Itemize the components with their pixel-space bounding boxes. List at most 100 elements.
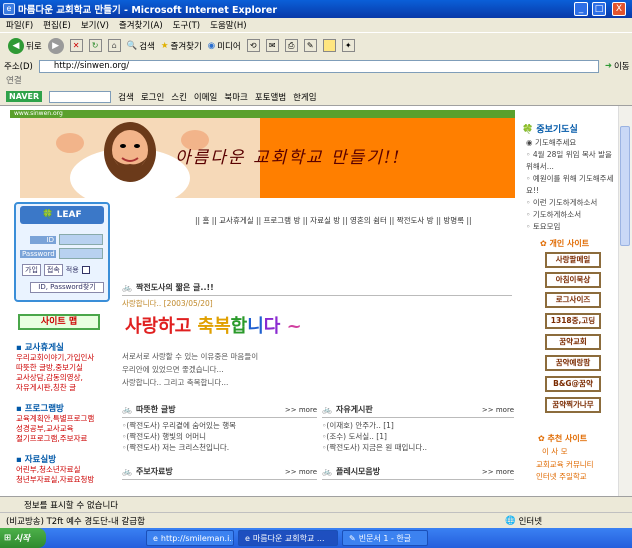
messenger-button[interactable]: ✦: [341, 39, 355, 52]
id-label: ID: [30, 235, 56, 244]
folder-button[interactable]: [322, 39, 336, 52]
nav-link[interactable]: 절기프로그램,주보자료: [16, 434, 116, 444]
list-item[interactable]: ◦ 이런 기도하게하소서: [526, 197, 614, 209]
minimize-button[interactable]: _: [574, 2, 588, 16]
bulletin-more-link[interactable]: >> more: [285, 468, 317, 476]
connect-button[interactable]: 접속: [43, 264, 63, 276]
naver-photo-button[interactable]: 포토앨범: [255, 91, 286, 103]
address-input[interactable]: http://sinwen.org/: [38, 59, 599, 73]
site-button[interactable]: 꿈약찍가나무: [545, 397, 601, 413]
post-meta[interactable]: 사랑합니다.. [2003/05/20]: [122, 298, 213, 309]
links-bar[interactable]: 연결: [0, 74, 632, 88]
scrollbar-thumb[interactable]: [620, 126, 630, 246]
nav-section-head[interactable]: ▪ 자료실방: [16, 455, 116, 465]
id-input[interactable]: [59, 234, 103, 245]
list-item[interactable]: ◦ 기도하게하소서: [526, 209, 614, 221]
nav-link[interactable]: 우리교회이야기,가입인사: [16, 353, 116, 363]
print-button[interactable]: ⎙: [284, 39, 298, 52]
recommended-title: ✿ 추천 사이트: [538, 434, 588, 443]
flash-more-link[interactable]: >> more: [482, 468, 514, 476]
free-more-link[interactable]: >> more: [482, 406, 514, 414]
naver-email-button[interactable]: 이메일: [194, 91, 217, 103]
site-button[interactable]: 꿈약교회: [545, 334, 601, 350]
prayer-room-title[interactable]: 🍀 중보기도실: [522, 122, 578, 135]
list-item[interactable]: ◉ 기도해주세요: [526, 137, 614, 149]
warm-more-link[interactable]: >> more: [285, 406, 317, 414]
back-button[interactable]: ◀ 뒤로: [8, 37, 42, 54]
close-button[interactable]: X: [612, 2, 626, 16]
refresh-button[interactable]: ↻: [88, 39, 102, 52]
find-id-button[interactable]: ID, Password찾기: [30, 282, 104, 293]
globe-icon: 🌐: [505, 515, 516, 526]
search-button[interactable]: 🔍 검색: [127, 40, 155, 52]
maximize-button[interactable]: □: [592, 2, 606, 16]
site-button[interactable]: 로그사이즈: [545, 292, 601, 308]
naver-logo[interactable]: NAVER: [6, 91, 43, 102]
favorites-button[interactable]: ★ 즐겨찾기: [161, 40, 202, 52]
site-button[interactable]: 꿈약예랑팜: [545, 355, 601, 371]
menu-help[interactable]: 도움말(H): [210, 19, 246, 31]
site-button[interactable]: B&G@꿈약: [545, 376, 601, 392]
mail-button[interactable]: ✉: [265, 39, 279, 52]
edit-button[interactable]: ✎: [303, 39, 317, 52]
home-button[interactable]: ⌂: [107, 39, 121, 52]
nav-link[interactable]: 교사상담,감동의영상,: [16, 373, 116, 383]
go-button[interactable]: ➜ 이동: [605, 60, 630, 72]
nav-link[interactable]: 따뜻한 글방,중보기실: [16, 363, 116, 373]
naver-login-button[interactable]: 로그인: [141, 91, 164, 103]
taskbar-item[interactable]: e http://smileman.i...: [146, 530, 234, 546]
list-item[interactable]: ◦(이재호) 안주가.. [1]: [322, 420, 427, 431]
list-item[interactable]: ◦(짝전도사) 저는 크리스천입니다.: [122, 442, 236, 453]
list-item[interactable]: ◦ 예원이를 위해 기도해주세요!!: [526, 173, 614, 197]
menu-tools[interactable]: 도구(T): [173, 19, 200, 31]
list-item[interactable]: ◦(조수) 도서실.. [1]: [322, 431, 427, 442]
media-button[interactable]: ◉ 미디어: [208, 40, 241, 52]
menu-edit[interactable]: 편집(E): [43, 19, 71, 31]
list-item[interactable]: ◦ 4월 28일 위임 목사 발을 위해서...: [526, 149, 614, 173]
join-button[interactable]: 가입: [22, 264, 41, 276]
nav-section-head[interactable]: ▪ 교사휴게실: [16, 343, 116, 353]
taskbar: ⊞ 시작 e http://smileman.i... e 마름다운 교회학교 ...…: [0, 528, 632, 548]
status-bar: (비교방송) T2ft 예수 경도단-내 갈급함 🌐 인터넷: [0, 512, 632, 528]
top-navigation[interactable]: || 홈 || 교사휴게실 || 프로그램 방 || 자료실 방 || 영혼의 …: [195, 215, 472, 226]
forward-button[interactable]: ▶: [47, 37, 64, 54]
bulletin-header: 🚲 주보자료방 >> more: [122, 464, 317, 480]
site-button[interactable]: 1318중,고딩: [545, 313, 601, 329]
nav-link[interactable]: 교육계획안,특별프로그램: [16, 414, 116, 424]
nav-link[interactable]: 청년부자료실,자료요청방: [16, 475, 116, 485]
ie-icon: e: [153, 533, 158, 543]
naver-search-button[interactable]: 검색: [118, 91, 134, 103]
nav-link[interactable]: 어린부,청소년자료실: [16, 465, 116, 475]
password-input[interactable]: [59, 248, 103, 259]
menu-view[interactable]: 보기(V): [81, 19, 109, 31]
site-button[interactable]: 아침이묵상: [545, 272, 601, 288]
list-item[interactable]: 인터넷 주일학교: [536, 471, 624, 483]
list-item[interactable]: ◦(짝전도사) 지금은 원 때입니다..: [322, 442, 427, 453]
menu-file[interactable]: 파일(F): [6, 19, 33, 31]
list-item[interactable]: 교회교육 커뮤니티: [536, 459, 624, 471]
menu-favorites[interactable]: 즐겨찾기(A): [119, 19, 163, 31]
address-label: 주소(D): [4, 62, 33, 72]
history-button[interactable]: ⟲: [246, 39, 260, 52]
nav-section-teachers: ▪ 교사휴게실 우리교회이야기,가입인사 따뜻한 글방,중보기실 교사상담,감동…: [16, 343, 116, 393]
list-item[interactable]: ◦ 토요모임: [526, 221, 614, 233]
naver-skin-button[interactable]: 스킨: [171, 91, 187, 103]
start-button[interactable]: ⊞ 시작: [0, 528, 46, 548]
stop-button[interactable]: ✕: [69, 39, 83, 52]
list-item[interactable]: ◦(짝전도사) 행빛의 어머니: [122, 431, 236, 442]
taskbar-item[interactable]: ✎ 빈문서 1 - 한글: [342, 530, 428, 546]
media-icon: ◉: [207, 40, 216, 51]
hangul-icon: ✎: [349, 533, 356, 543]
nav-section-head[interactable]: ▪ 프로그램방: [16, 404, 116, 414]
bike-icon: 🚲: [122, 467, 132, 476]
address-bar: 주소(D) http://sinwen.org/ ➜ 이동: [0, 58, 632, 74]
nav-link[interactable]: 자유게시판,칭찬 글: [16, 383, 116, 393]
auto-checkbox[interactable]: [81, 266, 90, 274]
site-button[interactable]: 사랑팔메일: [545, 252, 601, 268]
naver-bookmark-button[interactable]: 북마크: [224, 91, 247, 103]
nav-link[interactable]: 성경공부,교사교육: [16, 424, 116, 434]
taskbar-item[interactable]: e 마름다운 교회학교 ...: [238, 530, 338, 546]
list-item[interactable]: ◦(짝전도사) 우리곁에 숨어있는 행복: [122, 420, 236, 431]
naver-search-input[interactable]: [49, 90, 112, 103]
naver-game-button[interactable]: 한게임: [293, 91, 316, 103]
